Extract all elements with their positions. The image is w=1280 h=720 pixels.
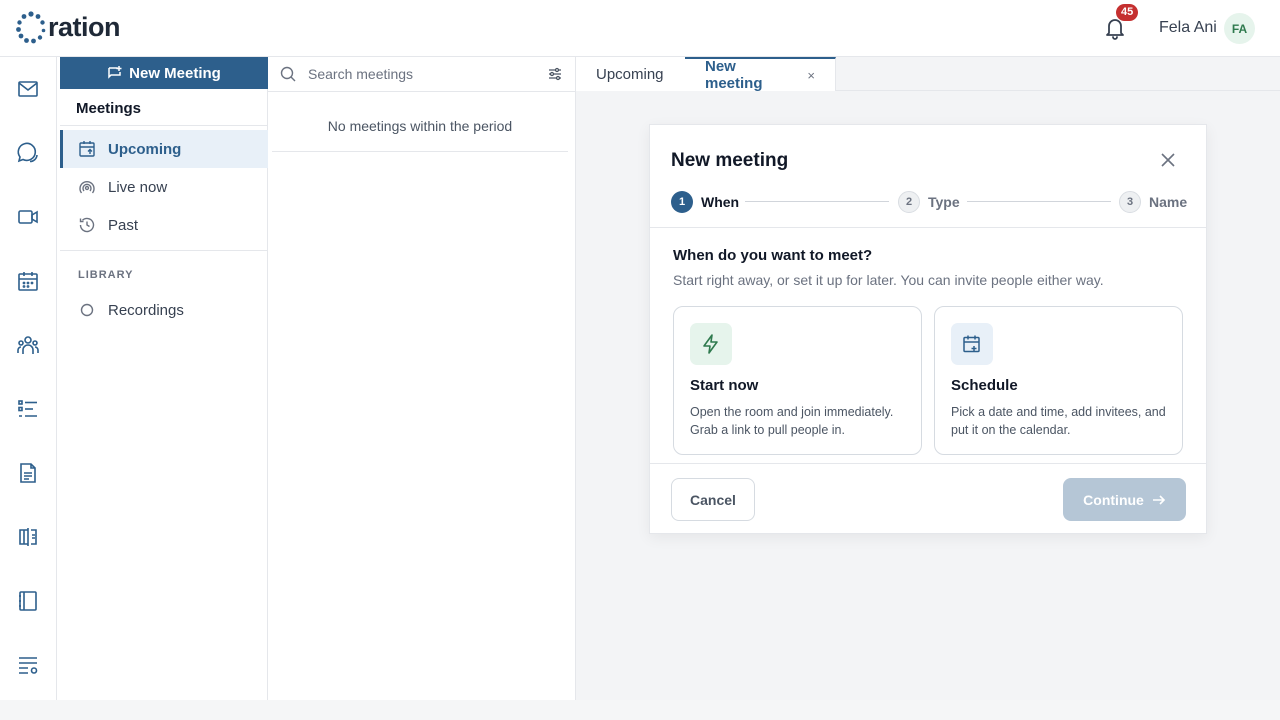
- dialog-title: New meeting: [671, 150, 789, 171]
- option-description: Open the room and join immediately. Grab…: [690, 405, 894, 437]
- divider: [60, 250, 268, 251]
- divider: [650, 227, 1206, 228]
- tab-upcoming[interactable]: Upcoming: [576, 57, 686, 91]
- continue-button[interactable]: Continue: [1063, 478, 1186, 521]
- video-icon[interactable]: [16, 205, 40, 229]
- avatar[interactable]: FA: [1224, 13, 1255, 44]
- tasks-icon[interactable]: [16, 397, 40, 421]
- option-title: Schedule: [951, 377, 1018, 394]
- continue-label: Continue: [1083, 491, 1144, 508]
- step-label: When: [701, 194, 740, 210]
- notification-badge: 45: [1116, 4, 1139, 21]
- option-title: Start now: [690, 377, 759, 394]
- step-number: 1: [671, 191, 693, 213]
- app-logo[interactable]: ration: [16, 10, 121, 44]
- tab-label: Upcoming: [596, 65, 664, 83]
- lightning-icon: [690, 323, 732, 365]
- bottom-strip: [0, 700, 1280, 720]
- circle-icon: [78, 301, 96, 319]
- new-meeting-icon: [108, 66, 122, 79]
- tab-label: New meeting: [705, 58, 763, 92]
- divider: [60, 125, 268, 126]
- tab-new-meeting[interactable]: New meeting ×: [685, 57, 836, 92]
- top-bar: ration 45 Fela Ani FA: [0, 0, 1280, 57]
- broadcast-icon: [78, 178, 96, 196]
- question-title: When do you want to meet?: [673, 247, 873, 264]
- stepper: 1 When 2 Type 3 Name: [671, 191, 1187, 213]
- arrow-right-icon: [1152, 494, 1165, 505]
- user-name[interactable]: Fela Ani: [1159, 19, 1217, 37]
- new-meeting-button[interactable]: New Meeting: [60, 57, 268, 89]
- new-meeting-dialog: New meeting 1 When 2 Type 3 Name When do…: [649, 124, 1207, 534]
- meetings-sidebar: New Meeting Meetings Upcoming Live now P…: [57, 57, 268, 700]
- sidebar-item-live-now[interactable]: Live now: [60, 168, 268, 206]
- divider: [650, 463, 1206, 464]
- step-connector: [745, 201, 889, 202]
- step-label: Type: [928, 194, 960, 210]
- start-now-option[interactable]: Start now Open the room and join immedia…: [673, 306, 922, 455]
- settings-list-icon[interactable]: [16, 653, 40, 677]
- calendar-arrow-icon: [78, 140, 96, 158]
- step-number: 2: [898, 191, 920, 213]
- sidebar-item-label: Live now: [108, 178, 168, 196]
- step-number: 3: [1119, 191, 1141, 213]
- option-description: Pick a date and time, add invitees, and …: [951, 405, 1166, 437]
- close-icon[interactable]: [1160, 152, 1176, 168]
- app-rail: [0, 57, 57, 700]
- question-subtitle: Start right away, or set it up for later…: [673, 272, 1104, 288]
- search-bar: [268, 57, 576, 92]
- search-input[interactable]: [308, 63, 528, 85]
- chat-icon[interactable]: [16, 141, 40, 165]
- sidebar-item-recordings[interactable]: Recordings: [60, 291, 268, 329]
- document-icon[interactable]: [16, 461, 40, 485]
- library-section-label: LIBRARY: [78, 269, 134, 281]
- sidebar-item-label: Recordings: [108, 301, 184, 319]
- schedule-option[interactable]: Schedule Pick a date and time, add invit…: [934, 306, 1183, 455]
- tab-close-icon[interactable]: ×: [807, 68, 815, 83]
- meetings-list-panel: No meetings within the period: [268, 57, 576, 700]
- sidebar-item-upcoming[interactable]: Upcoming: [60, 130, 268, 168]
- book-icon[interactable]: [16, 525, 40, 549]
- sidebar-item-past[interactable]: Past: [60, 206, 268, 244]
- notebook-icon[interactable]: [16, 589, 40, 613]
- people-icon[interactable]: [16, 333, 40, 357]
- tab-bar: Upcoming New meeting ×: [576, 57, 1280, 92]
- logo-mark-icon: [16, 11, 46, 44]
- cancel-button[interactable]: Cancel: [671, 478, 755, 521]
- sidebar-item-label: Past: [108, 216, 139, 234]
- search-icon: [280, 66, 296, 82]
- step-connector: [967, 201, 1111, 202]
- logo-text: ration: [48, 12, 121, 42]
- new-meeting-label: New Meeting: [129, 64, 221, 82]
- filter-icon[interactable]: [548, 67, 562, 81]
- calendar-icon[interactable]: [16, 269, 40, 293]
- sidebar-item-label: Upcoming: [108, 140, 182, 158]
- step-label: Name: [1149, 194, 1188, 210]
- empty-state-message: No meetings within the period: [272, 107, 568, 152]
- mail-icon[interactable]: [16, 77, 40, 101]
- sidebar-title: Meetings: [76, 100, 142, 117]
- calendar-plus-icon: [951, 323, 993, 365]
- history-icon: [78, 216, 96, 234]
